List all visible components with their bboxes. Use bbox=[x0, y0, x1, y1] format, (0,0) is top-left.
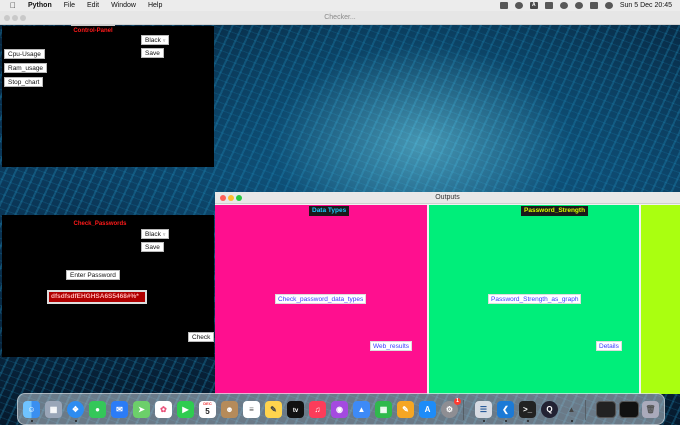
control-center-icon[interactable] bbox=[589, 2, 598, 9]
finder-icon[interactable]: ☺ bbox=[23, 401, 40, 418]
data-types-pane: Data Types Check_password_data_types Web… bbox=[215, 205, 427, 394]
menu-file[interactable]: File bbox=[64, 2, 75, 9]
contacts-icon[interactable]: ☻ bbox=[221, 401, 238, 418]
dock-separator bbox=[585, 400, 586, 420]
running-indicator bbox=[527, 420, 529, 422]
menu-help[interactable]: Help bbox=[148, 2, 162, 9]
password-strength-graph-button[interactable]: Password_Strength_as_graph bbox=[488, 294, 582, 304]
ram-usage-button[interactable]: Ram_usage bbox=[4, 63, 48, 73]
check-passwords-header: Check_Passwords bbox=[71, 219, 129, 229]
notes-icon[interactable]: ✎ bbox=[265, 401, 282, 418]
photos-icon[interactable]: ✿ bbox=[155, 401, 172, 418]
check-button[interactable]: Check bbox=[188, 332, 215, 342]
facetime-icon[interactable]: ▶ bbox=[177, 401, 194, 418]
keynote-icon[interactable]: ▲ bbox=[353, 401, 370, 418]
cpu-usage-button[interactable]: Cpu-Usage bbox=[4, 49, 45, 59]
menu-window[interactable]: Window bbox=[111, 2, 136, 9]
control-panel-header: Control-Panel bbox=[71, 25, 115, 35]
control-color-select-value: Black bbox=[145, 37, 161, 44]
control-panel bbox=[2, 26, 214, 167]
control-save-button[interactable]: Save bbox=[141, 48, 164, 58]
terminal-icon[interactable]: >_ bbox=[519, 401, 536, 418]
clock[interactable]: Sun 5 Dec 20:45 bbox=[620, 2, 672, 9]
password-strength-header: Password_Strength bbox=[521, 206, 589, 216]
music-icon[interactable]: ♫ bbox=[309, 401, 326, 418]
chevron-down-icon: ▿ bbox=[162, 232, 166, 238]
python-launcher-icon[interactable]: ▲ bbox=[563, 401, 580, 418]
stop-chart-button[interactable]: Stop_chart bbox=[4, 77, 44, 87]
checker-window-title: Checker... bbox=[324, 14, 356, 21]
password-color-select[interactable]: Black ▿ bbox=[141, 229, 170, 239]
reminders-icon[interactable]: ≡ bbox=[243, 401, 260, 418]
pages-icon[interactable]: ✎ bbox=[397, 401, 414, 418]
quicktime-icon[interactable]: Q bbox=[541, 401, 558, 418]
running-indicator bbox=[31, 420, 33, 422]
calendar-icon[interactable]: DEC 5 bbox=[199, 401, 216, 418]
launchpad-icon[interactable]: ▦ bbox=[45, 401, 62, 418]
menu-app-name[interactable]: Python bbox=[28, 2, 52, 9]
zoom-window-icon[interactable] bbox=[20, 15, 26, 21]
password-save-button[interactable]: Save bbox=[141, 242, 164, 252]
siri-icon[interactable] bbox=[604, 2, 613, 9]
dock-separator bbox=[463, 400, 464, 420]
running-indicator bbox=[75, 420, 77, 422]
input-source-badge[interactable]: A bbox=[529, 2, 538, 9]
outputs-window-title: Outputs bbox=[435, 194, 460, 201]
menu-bar:  Python File Edit Window Help A Sun 5 D… bbox=[0, 0, 680, 11]
zoom-window-icon[interactable] bbox=[236, 195, 242, 201]
close-window-icon[interactable] bbox=[220, 195, 226, 201]
messages-icon[interactable]: ● bbox=[89, 401, 106, 418]
mail-icon[interactable]: ✉ bbox=[111, 401, 128, 418]
status-area: A Sun 5 Dec 20:45 bbox=[499, 0, 672, 11]
running-indicator bbox=[483, 420, 485, 422]
podcasts-icon[interactable]: ◉ bbox=[331, 401, 348, 418]
appstore-icon[interactable]: A bbox=[419, 401, 436, 418]
spotlight-icon[interactable] bbox=[574, 2, 583, 9]
apple-menu-icon[interactable]:  bbox=[8, 1, 18, 10]
window-thumb-2-icon[interactable] bbox=[619, 401, 639, 418]
password-strength-pane: Password_Strength Password_Strength_as_g… bbox=[429, 205, 639, 394]
control-color-select[interactable]: Black ▿ bbox=[141, 35, 170, 45]
screen-record-icon[interactable] bbox=[499, 2, 508, 9]
details-button[interactable]: Details bbox=[596, 341, 622, 351]
calendar-day: 5 bbox=[205, 407, 210, 416]
settings-icon[interactable]: ⚙ 1 bbox=[441, 398, 461, 418]
trash-icon[interactable]: 🗑 bbox=[642, 401, 659, 418]
tv-icon[interactable]: tv bbox=[287, 401, 304, 418]
outputs-window-titlebar: Outputs bbox=[215, 192, 680, 204]
window-thumb-1-icon[interactable] bbox=[596, 401, 616, 418]
password-color-select-value: Black bbox=[145, 231, 161, 238]
numbers-icon[interactable]: ▦ bbox=[375, 401, 392, 418]
dropbox-icon[interactable] bbox=[514, 2, 523, 9]
running-indicator bbox=[571, 420, 573, 422]
settings-badge: 1 bbox=[454, 398, 461, 405]
menu-edit[interactable]: Edit bbox=[87, 2, 99, 9]
minimize-window-icon[interactable] bbox=[12, 15, 18, 21]
password-input[interactable]: dfsdfsdfEHGHSA6S5468#%* bbox=[47, 290, 147, 304]
python-icon[interactable]: ☰ bbox=[475, 401, 492, 418]
close-window-icon[interactable] bbox=[4, 15, 10, 21]
running-indicator bbox=[505, 420, 507, 422]
check-password-data-types-button[interactable]: Check_password_data_types bbox=[275, 294, 367, 304]
vscode-icon[interactable]: ❮ bbox=[497, 401, 514, 418]
minimize-window-icon[interactable] bbox=[228, 195, 234, 201]
maps-icon[interactable]: ➤ bbox=[133, 401, 150, 418]
tv-label: tv bbox=[292, 408, 299, 414]
third-output-pane bbox=[641, 205, 680, 394]
web-results-button[interactable]: Web_results bbox=[370, 341, 413, 351]
dock: ☺ ▦ ❖ ● ✉ ➤ ✿ ▶ DEC 5 ☻ ≡ ✎ tv ♫ ◉ ▲ ▦ ✎… bbox=[17, 393, 665, 425]
battery-icon[interactable] bbox=[544, 2, 553, 9]
data-types-header: Data Types bbox=[309, 206, 350, 216]
safari-icon[interactable]: ❖ bbox=[67, 401, 84, 418]
wifi-icon[interactable] bbox=[559, 2, 568, 9]
enter-password-label: Enter Password bbox=[66, 270, 120, 280]
check-passwords-panel bbox=[2, 215, 214, 357]
checker-window-titlebar: Checker... bbox=[0, 11, 680, 25]
chevron-down-icon: ▿ bbox=[162, 38, 166, 44]
